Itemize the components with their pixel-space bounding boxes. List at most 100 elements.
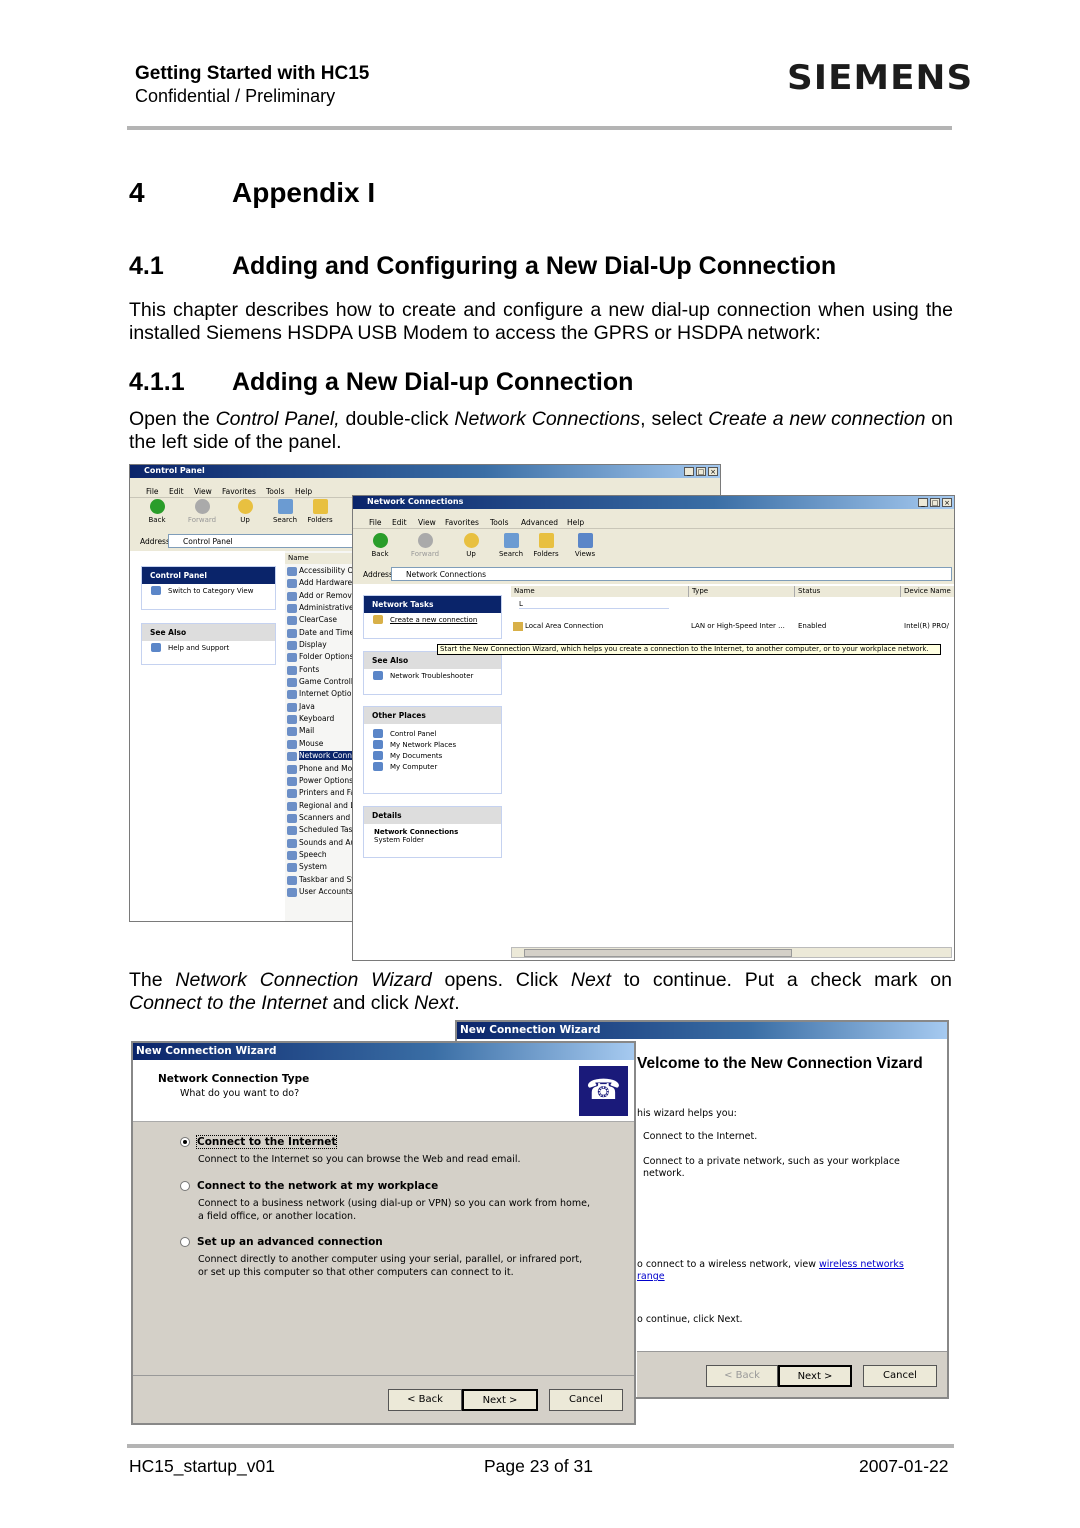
toolbar-back-button[interactable]: Back bbox=[363, 533, 397, 558]
place-icon bbox=[373, 729, 383, 738]
control-panel-item[interactable]: Power Options bbox=[286, 776, 354, 788]
help-and-support-link[interactable]: Help and Support bbox=[142, 641, 275, 652]
maximize-button[interactable]: □ bbox=[930, 498, 940, 507]
other-places-link[interactable]: My Documents bbox=[364, 749, 501, 760]
other-places-link[interactable]: Control Panel bbox=[364, 724, 501, 738]
control-panel-item[interactable]: Java bbox=[286, 702, 354, 714]
text: and click bbox=[327, 992, 415, 1014]
control-panel-item[interactable]: Regional and L bbox=[286, 801, 354, 813]
menu-item[interactable]: View bbox=[194, 487, 212, 496]
column-status[interactable]: Status bbox=[795, 586, 901, 597]
connection-row[interactable]: Local Area Connection LAN or High-Speed … bbox=[513, 622, 954, 634]
radio-1[interactable] bbox=[180, 1137, 190, 1147]
control-panel-items: Accessibility Op Add Hardware Add or Remov… bbox=[286, 566, 354, 899]
control-panel-item[interactable]: Network Conne bbox=[286, 751, 354, 763]
menu-item[interactable]: File bbox=[369, 518, 382, 527]
minimize-button[interactable]: _ bbox=[918, 498, 928, 507]
column-device-name[interactable]: Device Name bbox=[901, 586, 954, 597]
toolbar-search-button[interactable]: Search bbox=[494, 533, 528, 558]
control-panel-item[interactable]: Mouse bbox=[286, 739, 354, 751]
control-panel-item[interactable]: Printers and Fa bbox=[286, 788, 354, 800]
control-panel-item[interactable]: Mail bbox=[286, 726, 354, 738]
menu-item[interactable]: Tools bbox=[490, 518, 508, 527]
control-panel-item[interactable]: Speech bbox=[286, 850, 354, 862]
back-button[interactable]: < Back bbox=[388, 1389, 462, 1411]
control-panel-item[interactable]: Date and Time bbox=[286, 628, 354, 640]
menu-item[interactable]: File bbox=[146, 487, 159, 496]
menu-item[interactable]: View bbox=[418, 518, 436, 527]
menu-item[interactable]: Favorites bbox=[222, 487, 256, 496]
horizontal-scrollbar[interactable] bbox=[511, 947, 952, 958]
control-panel-item[interactable]: Phone and Moc bbox=[286, 764, 354, 776]
option-label[interactable]: Connect to the network at my workplace bbox=[197, 1180, 438, 1192]
close-button[interactable]: × bbox=[942, 498, 952, 507]
next-button[interactable]: Next > bbox=[462, 1389, 538, 1411]
control-panel-item[interactable]: Display bbox=[286, 640, 354, 652]
maximize-button[interactable]: □ bbox=[696, 467, 706, 476]
back-button[interactable]: < Back bbox=[706, 1365, 778, 1387]
footer-date: 2007-01-22 bbox=[859, 1456, 949, 1476]
toolbar-folders-button[interactable]: Folders bbox=[303, 499, 337, 524]
option-label[interactable]: Set up an advanced connection bbox=[197, 1236, 383, 1248]
column-name[interactable]: Name bbox=[511, 586, 689, 597]
toolbar-back-button[interactable]: Back bbox=[140, 499, 174, 524]
toolbar-up-button[interactable]: Up bbox=[454, 533, 488, 558]
control-panel-item[interactable]: Scanners and C bbox=[286, 813, 354, 825]
toolbar-up-button[interactable]: Up bbox=[228, 499, 262, 524]
control-panel-item[interactable]: Scheduled Tasl bbox=[286, 825, 354, 837]
option-label[interactable]: Connect to the Internet bbox=[195, 1135, 338, 1149]
menu-item[interactable]: Edit bbox=[169, 487, 184, 496]
control-panel-item[interactable]: Taskbar and St bbox=[286, 875, 354, 887]
control-panel-item[interactable]: System bbox=[286, 862, 354, 874]
column-type[interactable]: Type bbox=[689, 586, 795, 597]
minimize-button[interactable]: _ bbox=[684, 467, 694, 476]
wireless-networks-link[interactable]: wireless networks bbox=[819, 1259, 904, 1270]
control-panel-item[interactable]: Folder Options bbox=[286, 652, 354, 664]
toolbar-forward-button[interactable]: Forward bbox=[185, 499, 219, 524]
control-panel-item[interactable]: Add or Remove bbox=[286, 591, 354, 603]
radio-2[interactable] bbox=[180, 1181, 190, 1191]
control-panel-item[interactable]: Keyboard bbox=[286, 714, 354, 726]
help-icon bbox=[151, 643, 161, 652]
toolbar-label: Search bbox=[498, 550, 524, 558]
control-panel-applet-icon bbox=[287, 690, 297, 700]
control-panel-item[interactable]: Game Controlle bbox=[286, 677, 354, 689]
control-panel-item[interactable]: Accessibility Op bbox=[286, 566, 354, 578]
scrollbar-thumb[interactable] bbox=[524, 949, 792, 957]
menu-item[interactable]: Edit bbox=[392, 518, 407, 527]
address-input[interactable]: Network Connections bbox=[391, 567, 952, 581]
control-panel-item[interactable]: ClearCase bbox=[286, 615, 354, 627]
control-panel-applet-icon bbox=[287, 591, 297, 601]
other-places-link[interactable]: My Network Places bbox=[364, 738, 501, 749]
next-button[interactable]: Next > bbox=[778, 1365, 852, 1387]
network-troubleshooter-link[interactable]: Network Troubleshooter bbox=[364, 669, 501, 680]
control-panel-item[interactable]: Administrative bbox=[286, 603, 354, 615]
control-panel-item[interactable]: Add Hardware bbox=[286, 578, 354, 590]
menu-item[interactable]: Help bbox=[295, 487, 312, 496]
control-panel-applet-icon bbox=[287, 776, 297, 786]
control-panel-item[interactable]: Fonts bbox=[286, 665, 354, 677]
menu-item[interactable]: Help bbox=[567, 518, 584, 527]
close-button[interactable]: × bbox=[708, 467, 718, 476]
control-panel-applet-icon bbox=[287, 850, 297, 860]
toolbar-search-button[interactable]: Search bbox=[268, 499, 302, 524]
switch-category-view-link[interactable]: Switch to Category View bbox=[142, 584, 275, 595]
create-new-connection-link[interactable]: Create a new connection bbox=[364, 613, 501, 624]
toolbar-forward-button[interactable]: Forward bbox=[408, 533, 442, 558]
control-panel-item[interactable]: Sounds and Au bbox=[286, 838, 354, 850]
menu-item[interactable]: Advanced bbox=[521, 518, 558, 527]
toolbar-views-button[interactable]: Views bbox=[568, 533, 602, 558]
menu-item[interactable]: Favorites bbox=[445, 518, 479, 527]
cancel-button[interactable]: Cancel bbox=[549, 1389, 623, 1411]
other-places-link[interactable]: My Computer bbox=[364, 760, 501, 771]
control-panel-item[interactable]: Internet Optior bbox=[286, 689, 354, 701]
wireless-range-link[interactable]: range bbox=[637, 1271, 665, 1282]
menu-item[interactable]: Tools bbox=[266, 487, 284, 496]
toolbar-folders-button[interactable]: Folders bbox=[529, 533, 563, 558]
address-label: Address bbox=[363, 570, 393, 579]
network-connections-address-bar: Address Network Connections bbox=[355, 567, 952, 581]
radio-3[interactable] bbox=[180, 1237, 190, 1247]
cancel-button[interactable]: Cancel bbox=[863, 1365, 937, 1387]
control-panel-item[interactable]: User Accounts bbox=[286, 887, 354, 899]
name-column-header[interactable]: Name bbox=[285, 553, 355, 564]
